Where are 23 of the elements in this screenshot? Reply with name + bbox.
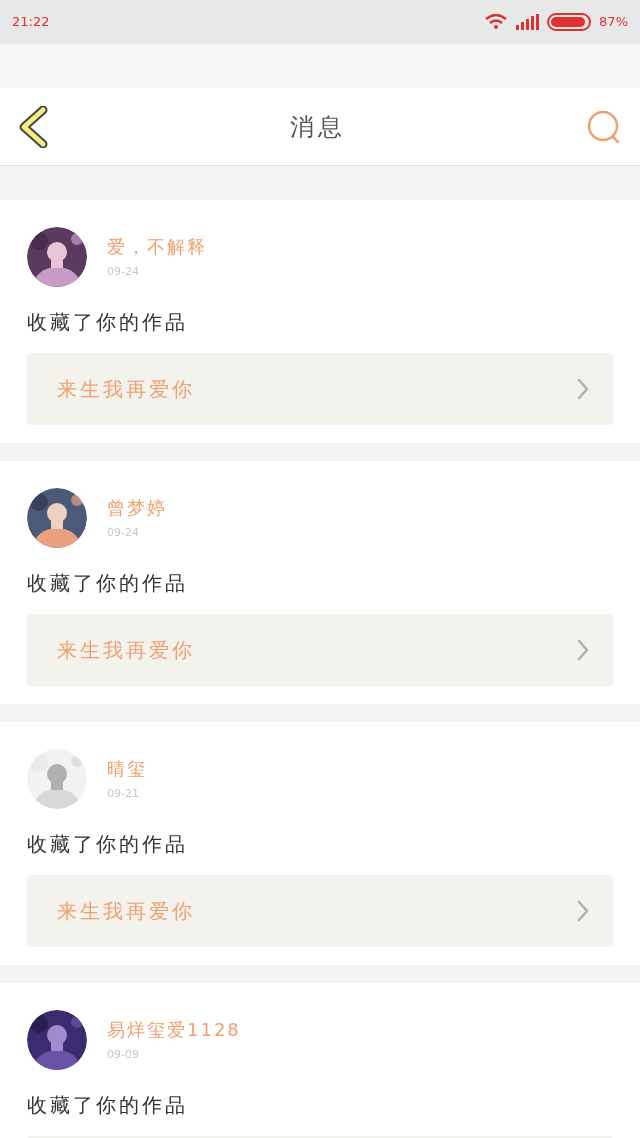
wifi-icon	[485, 14, 508, 30]
message-text: 收藏了你的作品	[27, 831, 189, 858]
chevron-right-icon	[577, 378, 589, 400]
work-link[interactable]: 来生我再爱你	[27, 614, 613, 686]
chevron-right-icon	[577, 900, 589, 922]
chevron-left-icon	[18, 105, 48, 148]
battery-icon	[547, 13, 592, 31]
message-text: 收藏了你的作品	[27, 309, 189, 336]
user-name[interactable]: 曾梦婷	[107, 494, 167, 521]
work-link[interactable]: 来生我再爱你	[27, 353, 613, 425]
work-link[interactable]: 来生我再爱你	[27, 875, 613, 947]
user-name[interactable]: 易烊玺爱1128	[107, 1016, 241, 1043]
search-icon	[586, 108, 622, 145]
page-title: 消息	[290, 111, 346, 143]
message-text: 收藏了你的作品	[27, 1092, 189, 1119]
status-time: 21:22	[12, 13, 50, 32]
user-name[interactable]: 晴玺	[107, 755, 147, 782]
back-button[interactable]	[18, 104, 50, 149]
user-name[interactable]: 爱，不解释	[107, 233, 207, 260]
chevron-right-icon	[577, 639, 589, 661]
signal-icon	[515, 14, 540, 30]
battery-percentage: 87%	[599, 13, 628, 32]
message-text: 收藏了你的作品	[27, 570, 189, 597]
